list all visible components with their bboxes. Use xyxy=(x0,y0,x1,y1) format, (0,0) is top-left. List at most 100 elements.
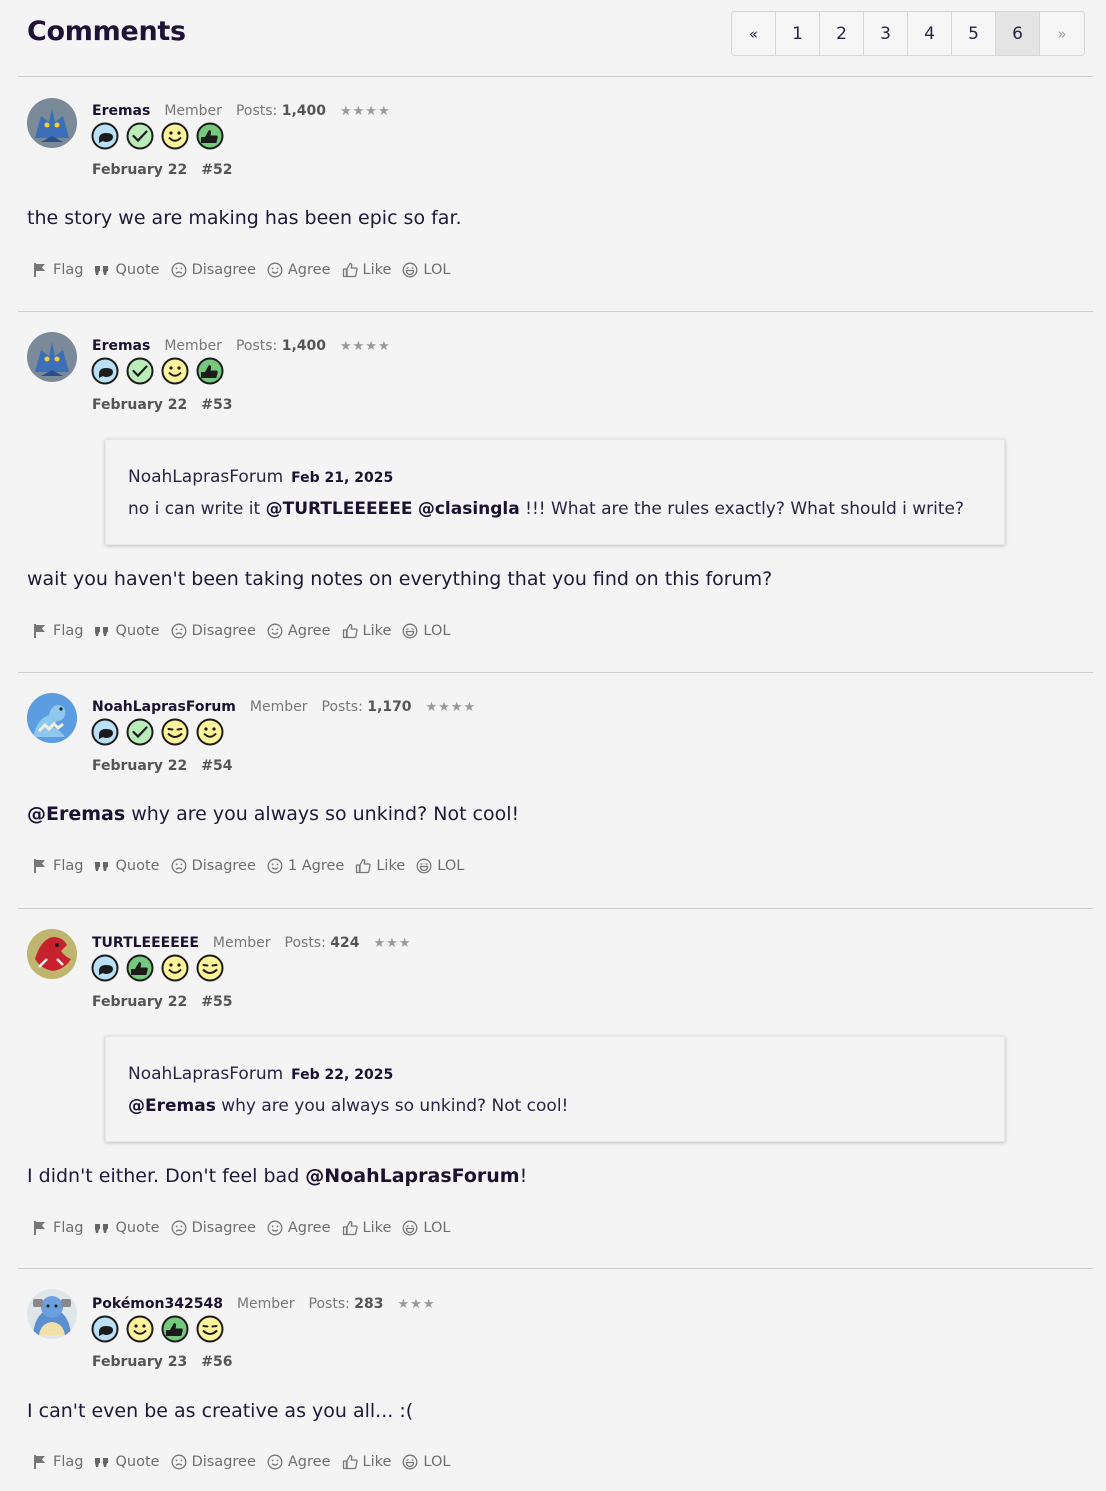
username-link[interactable]: NoahLaprasForum xyxy=(92,699,236,715)
agree-button[interactable]: Agree xyxy=(267,1220,331,1236)
grin-badge-icon[interactable] xyxy=(161,357,189,385)
quote-date[interactable]: Feb 21, 2025 xyxy=(291,470,393,486)
lol-button[interactable]: LOL xyxy=(402,1454,450,1470)
quote-author[interactable]: NoahLaprasForum xyxy=(128,1064,283,1084)
disagree-button[interactable]: Disagree xyxy=(171,1220,256,1236)
post-date-text[interactable]: February 22 xyxy=(92,397,187,413)
thumb-badge-icon[interactable] xyxy=(196,122,224,150)
post-date-text[interactable]: February 22 xyxy=(92,994,187,1010)
post-number[interactable]: #55 xyxy=(201,994,232,1010)
post-date-text[interactable]: February 22 xyxy=(92,162,187,178)
lol-button[interactable]: LOL xyxy=(402,1220,450,1236)
quote-button[interactable]: Quote xyxy=(94,858,160,874)
disagree-button[interactable]: Disagree xyxy=(171,858,256,874)
quote-author[interactable]: NoahLaprasForum xyxy=(128,467,283,487)
flag-button[interactable]: Flag xyxy=(32,1220,83,1236)
grin-badge-icon[interactable] xyxy=(161,122,189,150)
disagree-button[interactable]: Disagree xyxy=(171,623,256,639)
user-role: Member xyxy=(164,103,222,119)
mention-link[interactable]: @NoahLaprasForum xyxy=(305,1165,519,1187)
page-3-button[interactable]: 3 xyxy=(864,12,908,55)
rank-stars: ★★★ xyxy=(397,1297,436,1312)
thumb-badge-icon[interactable] xyxy=(196,357,224,385)
mention-link[interactable]: @clasingla xyxy=(418,499,520,519)
page-first-button[interactable]: « xyxy=(732,12,776,55)
agree-button[interactable]: Agree xyxy=(267,1454,331,1470)
wink-badge-icon[interactable] xyxy=(161,718,189,746)
speech-badge-icon[interactable] xyxy=(91,357,119,385)
page-2-button[interactable]: 2 xyxy=(820,12,864,55)
quote-icon xyxy=(94,262,110,278)
thumb-badge-icon[interactable] xyxy=(126,954,154,982)
quote-date[interactable]: Feb 22, 2025 xyxy=(291,1067,393,1083)
mention-link[interactable]: @TURTLEEEEEE xyxy=(266,499,413,519)
quote-button[interactable]: Quote xyxy=(94,623,160,639)
thumbs-up-icon xyxy=(342,623,358,639)
page-next-button[interactable]: » xyxy=(1040,12,1084,55)
page-4-button[interactable]: 4 xyxy=(908,12,952,55)
agree-button[interactable]: 1 Agree xyxy=(267,858,344,874)
thumb-badge-icon[interactable] xyxy=(161,1315,189,1343)
avatar[interactable] xyxy=(27,1289,77,1339)
post-count-value: 1,170 xyxy=(367,699,412,715)
agree-button[interactable]: Agree xyxy=(267,262,331,278)
mention-link[interactable]: @Eremas xyxy=(27,803,125,825)
mention-link[interactable]: @Eremas xyxy=(128,1096,216,1116)
username-link[interactable]: Pokémon342548 xyxy=(92,1296,223,1312)
lol-button[interactable]: LOL xyxy=(402,623,450,639)
like-button[interactable]: Like xyxy=(342,1454,391,1470)
page-5-button[interactable]: 5 xyxy=(952,12,996,55)
comment-post: TURTLEEEEEE Member Posts: 424 ★★★ February … xyxy=(18,908,1093,1268)
grin-badge-icon[interactable] xyxy=(196,718,224,746)
post-date-text[interactable]: February 23 xyxy=(92,1354,187,1370)
post-number[interactable]: #54 xyxy=(201,758,232,774)
avatar[interactable] xyxy=(27,929,77,979)
disagree-button[interactable]: Disagree xyxy=(171,262,256,278)
avatar[interactable] xyxy=(27,332,77,382)
quote-button[interactable]: Quote xyxy=(94,262,160,278)
flag-button[interactable]: Flag xyxy=(32,858,83,874)
post-number[interactable]: #52 xyxy=(201,162,232,178)
disagree-button[interactable]: Disagree xyxy=(171,1454,256,1470)
quote-button[interactable]: Quote xyxy=(94,1454,160,1470)
username-link[interactable]: Eremas xyxy=(92,103,150,119)
username-link[interactable]: TURTLEEEEEE xyxy=(92,935,199,951)
speech-badge-icon[interactable] xyxy=(91,718,119,746)
quote-icon xyxy=(94,858,110,874)
post-number[interactable]: #53 xyxy=(201,397,232,413)
check-badge-icon[interactable] xyxy=(126,357,154,385)
flag-button[interactable]: Flag xyxy=(32,623,83,639)
check-badge-icon[interactable] xyxy=(126,718,154,746)
post-date-text[interactable]: February 22 xyxy=(92,758,187,774)
like-button[interactable]: Like xyxy=(342,262,391,278)
like-button[interactable]: Like xyxy=(342,1220,391,1236)
like-button[interactable]: Like xyxy=(342,623,391,639)
flag-button[interactable]: Flag xyxy=(32,262,83,278)
avatar[interactable] xyxy=(27,98,77,148)
lol-button[interactable]: LOL xyxy=(416,858,464,874)
lol-button[interactable]: LOL xyxy=(402,262,450,278)
grin-badge-icon[interactable] xyxy=(161,954,189,982)
speech-badge-icon[interactable] xyxy=(91,1315,119,1343)
flag-button[interactable]: Flag xyxy=(32,1454,83,1470)
agree-button[interactable]: Agree xyxy=(267,623,331,639)
like-button[interactable]: Like xyxy=(355,858,405,874)
username-link[interactable]: Eremas xyxy=(92,338,150,354)
wink-badge-icon[interactable] xyxy=(196,1315,224,1343)
quote-label: Quote xyxy=(115,1454,160,1470)
page-6-button[interactable]: 6 xyxy=(996,12,1040,55)
agree-label: Agree xyxy=(287,1454,331,1470)
post-date: February 22 #55 xyxy=(92,994,232,1010)
avatar[interactable] xyxy=(27,693,77,743)
comment-post: NoahLaprasForum Member Posts: 1,170 ★★★★ Fe… xyxy=(18,672,1093,908)
speech-badge-icon[interactable] xyxy=(91,954,119,982)
grin-badge-icon[interactable] xyxy=(126,1315,154,1343)
check-badge-icon[interactable] xyxy=(126,122,154,150)
speech-badge-icon[interactable] xyxy=(91,122,119,150)
wink-badge-icon[interactable] xyxy=(196,954,224,982)
quote-button[interactable]: Quote xyxy=(94,1220,160,1236)
post-number[interactable]: #56 xyxy=(201,1354,232,1370)
post-content: @Eremas why are you always so unkind? No… xyxy=(27,803,519,825)
page-1-button[interactable]: 1 xyxy=(776,12,820,55)
post-count: Posts: 1,400 xyxy=(236,338,326,354)
